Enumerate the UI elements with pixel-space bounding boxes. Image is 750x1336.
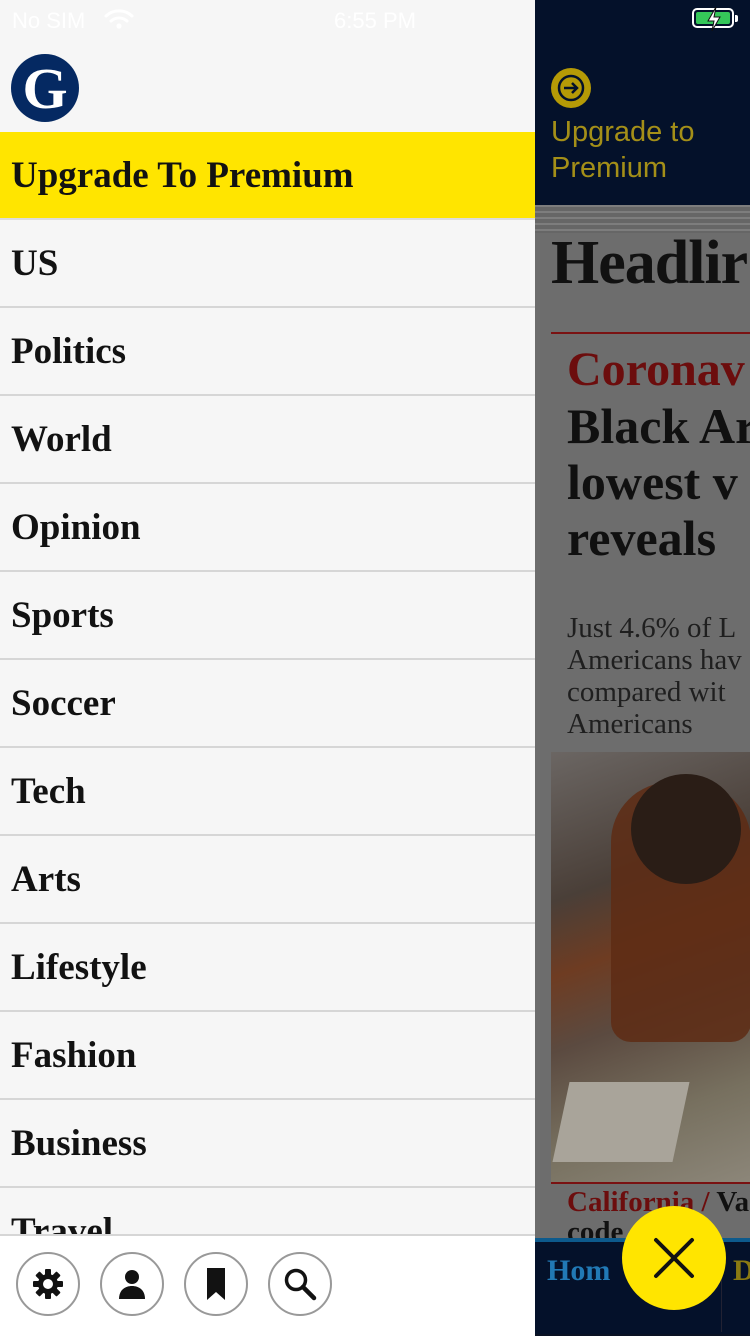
upgrade-premium-label: Upgrade To Premium (11, 154, 354, 196)
standfirst-line: Americans hav (567, 644, 742, 676)
background-section-heading: Headlir (551, 229, 748, 297)
settings-button[interactable] (16, 1252, 80, 1316)
guardian-logo[interactable]: G (11, 54, 79, 122)
menu-item-opinion[interactable]: Opinion (0, 484, 535, 572)
menu-item-world[interactable]: World (0, 396, 535, 484)
background-kicker: Coronav (567, 343, 745, 396)
close-icon (654, 1238, 694, 1278)
standfirst-line: Americans (567, 708, 693, 740)
headline-line: lowest v (567, 454, 738, 510)
bookmark-icon (207, 1268, 225, 1300)
background-tab-home: Hom (547, 1254, 611, 1287)
menu-item-arts[interactable]: Arts (0, 836, 535, 924)
standfirst-line: Just 4.6% of L (567, 612, 737, 644)
battery-icon (692, 7, 738, 31)
gear-icon (33, 1269, 63, 1299)
headline-line: reveals (567, 510, 717, 566)
search-icon (284, 1268, 317, 1301)
menu-item-us[interactable]: US (0, 220, 535, 308)
menu-item-politics[interactable]: Politics (0, 308, 535, 396)
drawer-toolbar (0, 1234, 535, 1336)
menu-item-business[interactable]: Business (0, 1100, 535, 1188)
background-rule (551, 1182, 750, 1184)
headline-line: Black Ar (567, 398, 750, 454)
background-rule (551, 332, 750, 334)
arrow-right-icon (551, 68, 591, 108)
section-menu: US Politics World Opinion Sports Soccer … (0, 220, 535, 1276)
clock: 6:55 PM (334, 8, 416, 33)
menu-item-tech[interactable]: Tech (0, 748, 535, 836)
status-bar: No SIM 6:55 PM (0, 0, 750, 40)
menu-item-lifestyle[interactable]: Lifestyle (0, 924, 535, 1012)
background-article: Upgrade to Premium Headlir Coronav Black… (535, 0, 750, 1334)
person-icon (119, 1270, 145, 1299)
profile-button[interactable] (100, 1252, 164, 1316)
menu-item-sports[interactable]: Sports (0, 572, 535, 660)
standfirst-line: compared wit (567, 676, 726, 708)
background-tab-next: D (733, 1254, 750, 1287)
menu-item-fashion[interactable]: Fashion (0, 1012, 535, 1100)
logo-letter: G (22, 56, 68, 121)
navigation-drawer: G Upgrade To Premium US Politics World O… (0, 0, 535, 1334)
search-button[interactable] (268, 1252, 332, 1316)
background-standfirst: Just 4.6% of L Americans hav compared wi… (567, 612, 742, 740)
upgrade-premium-button[interactable]: Upgrade To Premium (0, 132, 535, 220)
background-upgrade-text: Upgrade to Premium (551, 116, 695, 184)
background-headline: Black Ar lowest v reveals (567, 398, 750, 566)
background-photo (551, 752, 750, 1182)
close-menu-button[interactable] (622, 1206, 726, 1310)
saved-button[interactable] (184, 1252, 248, 1316)
menu-item-soccer[interactable]: Soccer (0, 660, 535, 748)
